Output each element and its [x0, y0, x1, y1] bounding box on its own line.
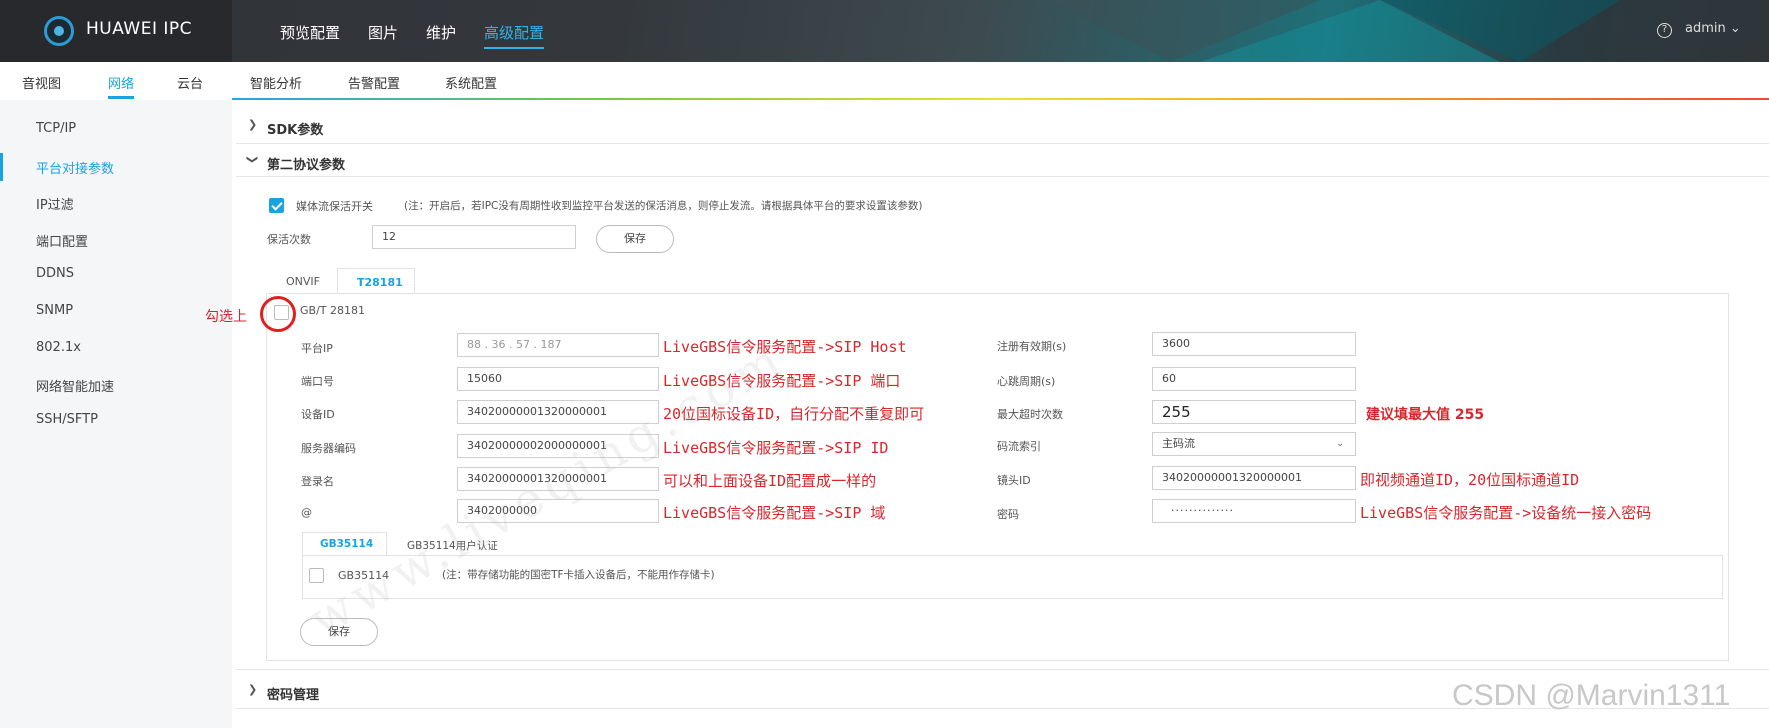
subnav-network[interactable]: 网络 [108, 73, 134, 92]
sidebar-item-sshsftp[interactable]: SSH/SFTP [36, 412, 98, 427]
lens-id-label: 镜头ID [997, 474, 1031, 487]
annotation-password: LiveGBS信令服务配置->设备统一接入密码 [1360, 504, 1652, 522]
subnav-active-indicator [108, 96, 134, 99]
tab-onvif[interactable]: ONVIF [286, 275, 320, 288]
help-icon[interactable]: ? [1657, 23, 1672, 38]
platform-ip-input[interactable]: 88 . 36 . 57 . 187 [457, 333, 659, 357]
stream-index-select[interactable]: 主码流 [1152, 432, 1356, 456]
password-input[interactable]: ·············· [1152, 499, 1356, 523]
server-code-label: 服务器编码 [301, 442, 356, 455]
highlight-circle [260, 296, 296, 332]
watermark-csdn: CSDN @Marvin1311 [1452, 679, 1731, 712]
divider [236, 143, 1769, 144]
sidebar-item-8021x[interactable]: 802.1x [36, 340, 81, 355]
password-label: 密码 [997, 508, 1019, 521]
app-title: HUAWEI IPC [86, 19, 193, 39]
topnav-preview[interactable]: 预览配置 [280, 22, 340, 49]
max-timeout-label: 最大超时次数 [997, 408, 1063, 421]
keepalive-count-label: 保活次数 [267, 233, 311, 246]
subnav-system[interactable]: 系统配置 [445, 73, 497, 92]
max-timeout-input[interactable]: 255 [1152, 400, 1356, 424]
login-name-label: 登录名 [301, 475, 334, 488]
chevron-down-icon: ⌄ [1336, 438, 1345, 449]
annotation-max-timeout: 建议填最大值 255 [1366, 407, 1485, 423]
section-password-mgmt[interactable]: 密码管理 [267, 684, 319, 703]
sidebar: TCP/IP 平台对接参数 IP过滤 端口配置 DDNS SNMP 802.1x… [0, 100, 232, 728]
top-nav: 预览配置 图片 维护 高级配置 [280, 22, 545, 49]
annotation-login-name: 可以和上面设备ID配置成一样的 [663, 472, 877, 490]
register-expiry-label: 注册有效期(s) [997, 340, 1067, 353]
device-id-label: 设备ID [301, 408, 335, 421]
annotation-sip-domain: LiveGBS信令服务配置->SIP 域 [663, 504, 886, 522]
divider [236, 176, 1769, 177]
section-sdk[interactable]: SDK参数 [267, 119, 323, 138]
keepalive-note: (注：开启后，若IPC没有周期性收到监控平台发送的保活消息，则停止发流。请根据具… [404, 200, 923, 212]
section-second-protocol[interactable]: 第二协议参数 [267, 154, 345, 173]
keepalive-count-input[interactable]: 12 [372, 225, 576, 249]
sidebar-item-platform[interactable]: 平台对接参数 [36, 158, 114, 177]
sidebar-item-tcpip[interactable]: TCP/IP [36, 121, 76, 136]
heartbeat-input[interactable]: 60 [1152, 367, 1356, 391]
subnav-alarm[interactable]: 告警配置 [348, 73, 400, 92]
sidebar-item-port[interactable]: 端口配置 [36, 231, 88, 250]
sidebar-item-ipfilter[interactable]: IP过滤 [36, 194, 74, 213]
chevron-right-icon[interactable]: ❯ [248, 683, 257, 696]
huawei-logo-icon [44, 16, 74, 46]
annotation-sip-id: LiveGBS信令服务配置->SIP ID [663, 439, 889, 457]
tab-gb35114[interactable]: GB35114 [320, 538, 373, 550]
keepalive-save-button[interactable]: 保存 [596, 225, 674, 253]
topnav-maintenance[interactable]: 维护 [426, 22, 456, 49]
heartbeat-label: 心跳周期(s) [997, 375, 1056, 388]
domain-label: @ [301, 506, 312, 519]
register-expiry-input[interactable]: 3600 [1152, 332, 1356, 356]
header-decoration [1380, 0, 1620, 62]
port-label: 端口号 [301, 375, 334, 388]
lens-id-input[interactable]: 34020000001320000001 [1152, 466, 1356, 490]
user-menu[interactable]: admin ⌄ [1685, 21, 1741, 36]
gb35114-note: (注：带存储功能的国密TF卡插入设备后，不能用作存储卡) [442, 569, 715, 581]
gbt28181-label: GB/T 28181 [300, 304, 365, 317]
stream-index-label: 码流索引 [997, 440, 1041, 453]
logo-area: HUAWEI IPC [0, 0, 232, 62]
gb35114-checkbox[interactable] [309, 568, 324, 583]
chevron-down-icon[interactable]: ❯ [246, 155, 259, 164]
platform-ip-label: 平台IP [301, 342, 333, 355]
topnav-advanced[interactable]: 高级配置 [484, 22, 545, 49]
sidebar-item-snmp[interactable]: SNMP [36, 303, 73, 318]
sub-nav: 音视图 网络 云台 智能分析 告警配置 系统配置 [0, 62, 1769, 100]
topnav-picture[interactable]: 图片 [368, 22, 398, 49]
divider [236, 669, 1769, 670]
color-divider [232, 98, 1769, 100]
subnav-intelligent[interactable]: 智能分析 [250, 73, 302, 92]
chevron-right-icon[interactable]: ❯ [248, 118, 257, 131]
annotation-channel-id: 即视频通道ID，20位国标通道ID [1360, 471, 1580, 489]
sidebar-item-acceleration[interactable]: 网络智能加速 [36, 376, 114, 395]
subnav-av[interactable]: 音视图 [22, 73, 61, 92]
port-input[interactable]: 15060 [457, 367, 659, 391]
annotation-sip-host: LiveGBS信令服务配置->SIP Host [663, 338, 907, 356]
sidebar-active-indicator [0, 153, 3, 181]
sidebar-item-ddns[interactable]: DDNS [36, 266, 74, 281]
keepalive-label: 媒体流保活开关 [296, 200, 373, 213]
tab-t28181[interactable]: T28181 [357, 276, 403, 289]
keepalive-checkbox[interactable] [269, 198, 284, 213]
subnav-ptz[interactable]: 云台 [177, 73, 203, 92]
annotation-check: 勾选上 [205, 309, 247, 325]
top-bar: HUAWEI IPC 预览配置 图片 维护 高级配置 ? admin ⌄ [0, 0, 1769, 62]
